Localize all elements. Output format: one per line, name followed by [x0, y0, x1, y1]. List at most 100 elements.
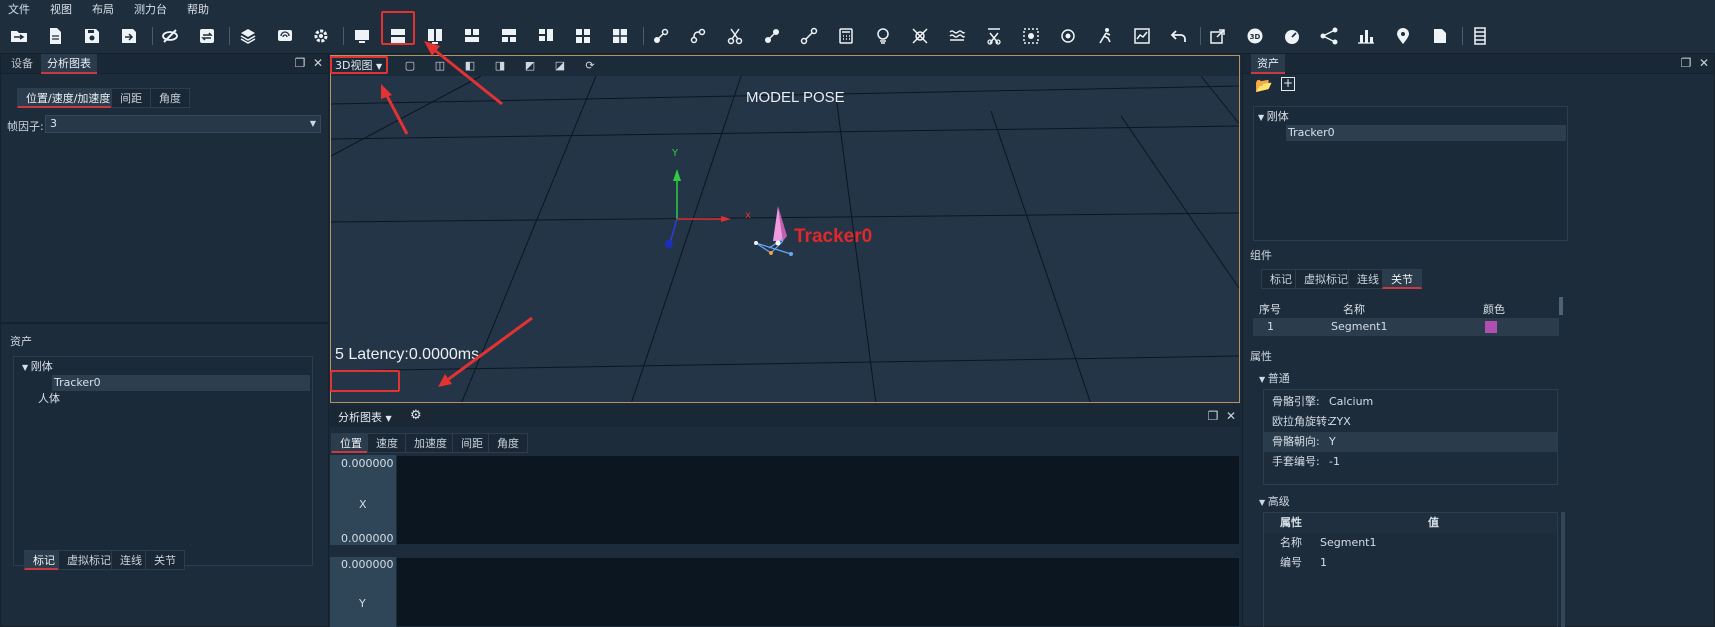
- settings-icon[interactable]: [309, 25, 333, 47]
- list-icon[interactable]: [1468, 25, 1492, 47]
- save-as-icon[interactable]: [117, 25, 141, 47]
- select-region-icon[interactable]: [1019, 25, 1043, 47]
- view-front-icon[interactable]: ▢: [403, 59, 417, 73]
- speedometer-icon[interactable]: [1280, 25, 1304, 47]
- layout-single-icon[interactable]: [350, 25, 374, 47]
- float-icon[interactable]: ❐: [1679, 56, 1693, 70]
- subtab-position-velocity-accel[interactable]: 位置/速度/加速度: [17, 88, 120, 108]
- expand-icon: ▼: [1259, 498, 1268, 507]
- view-side-icon[interactable]: ◪: [553, 59, 567, 73]
- document-icon[interactable]: [1428, 25, 1452, 47]
- layout-left-two-icon[interactable]: [534, 25, 558, 47]
- layout-alt-icon[interactable]: [608, 25, 632, 47]
- close-icon[interactable]: ✕: [1697, 56, 1711, 70]
- prop-row-euler: 欧拉角旋转: ZYX: [1272, 415, 1351, 428]
- expand-icon: ▼: [1259, 375, 1268, 384]
- export-icon[interactable]: [1206, 25, 1230, 47]
- menu-layout[interactable]: 布局: [92, 1, 114, 17]
- chart-settings-icon[interactable]: ⚙: [410, 408, 422, 423]
- subtab-distance[interactable]: 间距: [111, 88, 151, 108]
- marker-curve-icon[interactable]: [686, 25, 710, 47]
- general-properties-box: 骨骼引擎: Calcium 欧拉角旋转: ZYX 骨骼朝向: Y 手套编号: -…: [1263, 389, 1558, 485]
- general-section-toggle[interactable]: ▼ 普通: [1259, 370, 1290, 386]
- tree-node-rigid[interactable]: ▼ 刚体: [22, 359, 53, 375]
- bar-chart-icon[interactable]: [1354, 25, 1378, 47]
- view-right-icon[interactable]: ◧: [463, 59, 477, 73]
- x-chart-label: X: [359, 498, 367, 511]
- skeleton-link-icon[interactable]: [1317, 25, 1341, 47]
- 3d-viewport[interactable]: 3D视图 ▼ ▢ ◫ ◧ ◨ ◩ ◪ ⟳ MODEL POSE Y x Trac…: [330, 55, 1240, 403]
- save-icon[interactable]: [80, 25, 104, 47]
- model-pose-caption: MODEL POSE: [746, 89, 845, 106]
- float-icon[interactable]: ❐: [293, 56, 307, 70]
- calculator-icon[interactable]: [834, 25, 858, 47]
- filter-cut-icon[interactable]: [982, 25, 1006, 47]
- wave-icon[interactable]: [945, 25, 969, 47]
- tab-joints[interactable]: 关节: [145, 550, 185, 570]
- close-icon[interactable]: ✕: [311, 56, 325, 70]
- layout-four-icon[interactable]: [571, 25, 595, 47]
- chart-tab-velocity[interactable]: 速度: [367, 433, 407, 453]
- add-asset-icon[interactable]: +: [1281, 77, 1295, 91]
- 3d-view-dropdown[interactable]: 3D视图 ▼: [335, 58, 382, 74]
- 3d-icon[interactable]: 3D: [1243, 25, 1267, 47]
- axis-y-label: Y: [672, 148, 679, 159]
- right-assets-panel: 资产 ❐ ✕ 📂 + ▼ 刚体 Tracker0 组件 标记 虚拟标记 连线 关…: [1242, 53, 1715, 627]
- open-folder-icon[interactable]: [7, 25, 31, 47]
- subtab-angle[interactable]: 角度: [150, 88, 190, 108]
- layout-bottom-two-icon[interactable]: [497, 25, 521, 47]
- orbit-icon[interactable]: [1056, 25, 1080, 47]
- view-left-icon[interactable]: ◨: [493, 59, 507, 73]
- marker-line-icon[interactable]: [797, 25, 821, 47]
- menu-view[interactable]: 视图: [50, 1, 72, 17]
- hide-icon[interactable]: [158, 25, 182, 47]
- chart-tab-angle[interactable]: 角度: [488, 433, 528, 453]
- menu-file[interactable]: 文件: [8, 1, 30, 17]
- tree-node-human[interactable]: 人体: [38, 391, 60, 407]
- refresh-icon[interactable]: [195, 25, 219, 47]
- new-file-icon[interactable]: [43, 25, 67, 47]
- location-pin-icon[interactable]: [1391, 25, 1415, 47]
- chart-tab-position[interactable]: 位置: [331, 433, 371, 453]
- view-top-icon[interactable]: ◫: [433, 59, 447, 73]
- y-chart-area[interactable]: [396, 557, 1240, 627]
- run-icon[interactable]: [1093, 25, 1117, 47]
- layout-split-horizontal-icon[interactable]: [386, 25, 410, 47]
- camera-icon[interactable]: [273, 25, 297, 47]
- x-chart-area[interactable]: [396, 455, 1240, 545]
- frame-factor-select[interactable]: 3 ▼: [45, 115, 321, 133]
- chart-tab-acceleration[interactable]: 加速度: [405, 433, 456, 453]
- reset-view-icon[interactable]: ⟳: [583, 59, 597, 73]
- chart-tab-distance[interactable]: 间距: [452, 433, 492, 453]
- tab-device[interactable]: 设备: [5, 54, 39, 74]
- table-row[interactable]: 1 Segment1: [1253, 318, 1559, 336]
- cut-icon[interactable]: [723, 25, 747, 47]
- tree-node-rigid[interactable]: ▼ 刚体: [1258, 109, 1289, 125]
- tab-assets[interactable]: 资产: [1251, 54, 1285, 74]
- view-back-icon[interactable]: ◩: [523, 59, 537, 73]
- float-icon[interactable]: ❐: [1206, 409, 1220, 423]
- layers-icon[interactable]: [236, 25, 260, 47]
- remove-marker-icon[interactable]: [908, 25, 932, 47]
- tracker-label: Tracker0: [794, 226, 873, 247]
- table-scrollbar[interactable]: [1559, 297, 1563, 315]
- menu-force-plate[interactable]: 测力台: [134, 1, 167, 17]
- advanced-scrollbar[interactable]: [1561, 512, 1565, 627]
- row-color-swatch[interactable]: [1485, 321, 1497, 333]
- layout-split-vertical-icon[interactable]: [423, 25, 447, 47]
- component-tab-joints[interactable]: 关节: [1382, 269, 1422, 289]
- tab-analysis-chart[interactable]: 分析图表: [41, 54, 97, 74]
- menu-help[interactable]: 帮助: [187, 1, 209, 17]
- chart-dropdown[interactable]: 分析图表 ▼: [338, 409, 392, 425]
- bulb-icon[interactable]: [871, 25, 895, 47]
- advanced-section-toggle[interactable]: ▼ 高级: [1259, 493, 1290, 509]
- tree-node-tracker0[interactable]: Tracker0: [52, 375, 310, 391]
- marker-edit-icon[interactable]: [760, 25, 784, 47]
- layout-top-two-icon[interactable]: [460, 25, 484, 47]
- close-icon[interactable]: ✕: [1224, 409, 1238, 423]
- chart-line-icon[interactable]: [1130, 25, 1154, 47]
- tree-node-tracker0[interactable]: Tracker0: [1286, 125, 1566, 141]
- undo-icon[interactable]: [1167, 25, 1191, 47]
- marker-link-icon[interactable]: [649, 25, 673, 47]
- open-folder-icon[interactable]: 📂: [1255, 78, 1272, 94]
